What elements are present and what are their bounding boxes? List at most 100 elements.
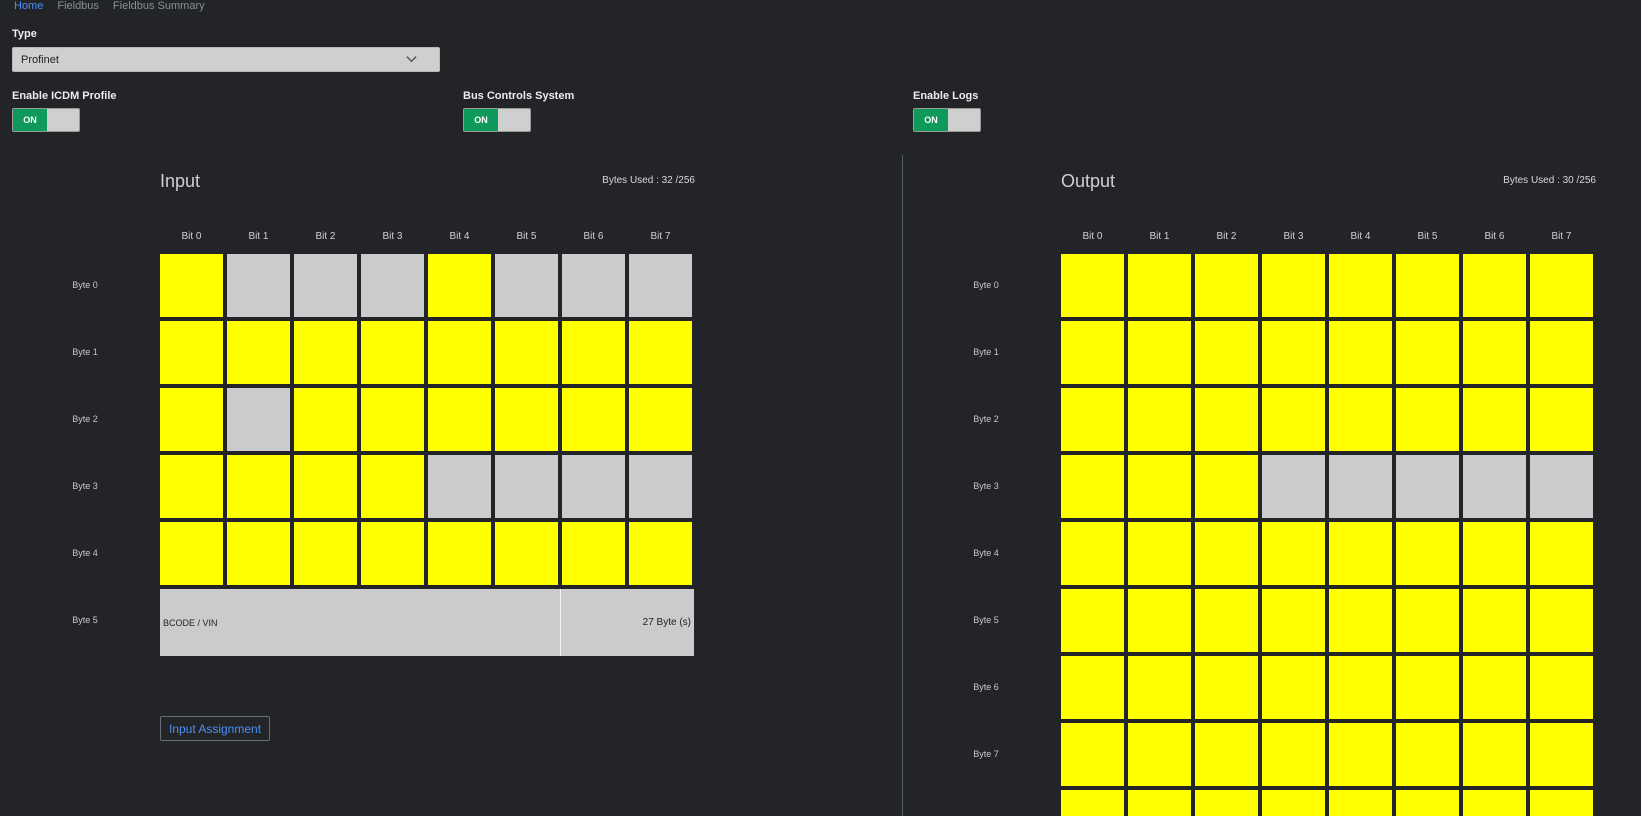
bit-cell-assigned[interactable]	[1329, 321, 1392, 384]
bit-cell-assigned[interactable]	[1463, 656, 1526, 719]
bit-cell-unassigned[interactable]	[1530, 455, 1593, 518]
bit-cell-assigned[interactable]	[629, 321, 692, 384]
bit-cell-unassigned[interactable]	[1463, 455, 1526, 518]
bit-cell-assigned[interactable]	[1128, 522, 1191, 585]
bit-cell-assigned[interactable]	[1329, 254, 1392, 317]
bit-cell-assigned[interactable]	[1128, 589, 1191, 652]
bit-cell-assigned[interactable]	[428, 321, 491, 384]
bit-cell-assigned[interactable]	[1061, 455, 1124, 518]
bit-cell-assigned[interactable]	[1195, 522, 1258, 585]
bit-cell-assigned[interactable]	[160, 321, 223, 384]
bit-cell-assigned[interactable]	[1530, 790, 1593, 816]
bit-cell-assigned[interactable]	[1262, 723, 1325, 786]
bit-cell-assigned[interactable]	[1530, 589, 1593, 652]
bit-cell-assigned[interactable]	[1463, 388, 1526, 451]
bit-cell-assigned[interactable]	[1128, 656, 1191, 719]
bit-cell-assigned[interactable]	[1262, 522, 1325, 585]
bit-cell-assigned[interactable]	[1463, 321, 1526, 384]
bit-cell-assigned[interactable]	[1061, 790, 1124, 816]
bit-cell-assigned[interactable]	[1061, 522, 1124, 585]
bit-cell-assigned[interactable]	[160, 254, 223, 317]
bit-cell-assigned[interactable]	[1396, 321, 1459, 384]
bit-cell-assigned[interactable]	[1128, 321, 1191, 384]
bit-cell-assigned[interactable]	[629, 388, 692, 451]
bit-cell-unassigned[interactable]	[629, 254, 692, 317]
bit-cell-assigned[interactable]	[1061, 321, 1124, 384]
bit-cell-assigned[interactable]	[562, 321, 625, 384]
bit-cell-unassigned[interactable]	[1262, 455, 1325, 518]
bit-cell-assigned[interactable]	[428, 254, 491, 317]
bit-cell-assigned[interactable]	[1463, 723, 1526, 786]
bit-cell-assigned[interactable]	[1329, 723, 1392, 786]
bit-cell-assigned[interactable]	[1195, 388, 1258, 451]
bit-cell-assigned[interactable]	[1329, 522, 1392, 585]
bit-cell-assigned[interactable]	[1530, 321, 1593, 384]
bus-controls-system-toggle[interactable]: ON	[463, 108, 531, 132]
enable-logs-toggle[interactable]: ON	[913, 108, 981, 132]
bit-cell-unassigned[interactable]	[294, 254, 357, 317]
bit-cell-assigned[interactable]	[294, 455, 357, 518]
bit-cell-assigned[interactable]	[1262, 388, 1325, 451]
bit-cell-assigned[interactable]	[1061, 589, 1124, 652]
bit-cell-unassigned[interactable]	[495, 455, 558, 518]
bit-cell-assigned[interactable]	[495, 388, 558, 451]
bit-cell-assigned[interactable]	[1396, 723, 1459, 786]
bit-cell-assigned[interactable]	[160, 455, 223, 518]
bit-cell-unassigned[interactable]	[361, 254, 424, 317]
bit-cell-assigned[interactable]	[562, 388, 625, 451]
bit-cell-assigned[interactable]	[1530, 656, 1593, 719]
bit-cell-assigned[interactable]	[629, 522, 692, 585]
bit-cell-assigned[interactable]	[1195, 589, 1258, 652]
bit-cell-assigned[interactable]	[1463, 254, 1526, 317]
bit-cell-assigned[interactable]	[1128, 723, 1191, 786]
bit-cell-unassigned[interactable]	[227, 254, 290, 317]
bit-cell-assigned[interactable]	[1530, 522, 1593, 585]
bit-cell-assigned[interactable]	[1061, 723, 1124, 786]
bit-cell-assigned[interactable]	[1396, 589, 1459, 652]
bit-cell-assigned[interactable]	[1262, 254, 1325, 317]
bit-cell-assigned[interactable]	[1128, 388, 1191, 451]
bit-cell-assigned[interactable]	[1530, 723, 1593, 786]
bit-cell-assigned[interactable]	[361, 388, 424, 451]
bit-cell-assigned[interactable]	[361, 522, 424, 585]
bit-cell-assigned[interactable]	[1329, 656, 1392, 719]
nav-fieldbus-summary[interactable]: Fieldbus Summary	[113, 0, 205, 16]
bit-cell-assigned[interactable]	[227, 522, 290, 585]
bit-cell-assigned[interactable]	[1329, 790, 1392, 816]
input-assignment-button[interactable]: Input Assignment	[160, 716, 270, 741]
bit-cell-assigned[interactable]	[1463, 589, 1526, 652]
bit-cell-unassigned[interactable]	[562, 254, 625, 317]
bit-cell-assigned[interactable]	[1329, 589, 1392, 652]
bcode-vin-block[interactable]: BCODE / VIN 27 Byte (s)	[160, 589, 694, 656]
bit-cell-assigned[interactable]	[1262, 790, 1325, 816]
bit-cell-assigned[interactable]	[227, 321, 290, 384]
bit-cell-assigned[interactable]	[1329, 388, 1392, 451]
bit-cell-unassigned[interactable]	[428, 455, 491, 518]
bit-cell-assigned[interactable]	[294, 522, 357, 585]
bit-cell-assigned[interactable]	[227, 455, 290, 518]
bit-cell-assigned[interactable]	[1396, 790, 1459, 816]
bit-cell-assigned[interactable]	[428, 522, 491, 585]
bit-cell-assigned[interactable]	[1530, 388, 1593, 451]
bit-cell-assigned[interactable]	[361, 321, 424, 384]
bit-cell-unassigned[interactable]	[1396, 455, 1459, 518]
nav-fieldbus[interactable]: Fieldbus	[57, 0, 99, 16]
bit-cell-assigned[interactable]	[1262, 656, 1325, 719]
bit-cell-assigned[interactable]	[1530, 254, 1593, 317]
bit-cell-assigned[interactable]	[1195, 656, 1258, 719]
bit-cell-assigned[interactable]	[294, 321, 357, 384]
bit-cell-assigned[interactable]	[160, 388, 223, 451]
bit-cell-assigned[interactable]	[1061, 656, 1124, 719]
bit-cell-assigned[interactable]	[1128, 455, 1191, 518]
bit-cell-assigned[interactable]	[495, 522, 558, 585]
bit-cell-assigned[interactable]	[562, 522, 625, 585]
type-select[interactable]: Profinet	[12, 47, 440, 72]
bit-cell-assigned[interactable]	[160, 522, 223, 585]
bit-cell-assigned[interactable]	[294, 388, 357, 451]
bit-cell-assigned[interactable]	[428, 388, 491, 451]
bit-cell-assigned[interactable]	[361, 455, 424, 518]
bit-cell-assigned[interactable]	[1396, 522, 1459, 585]
bit-cell-assigned[interactable]	[1396, 656, 1459, 719]
bit-cell-assigned[interactable]	[1195, 723, 1258, 786]
bit-cell-assigned[interactable]	[1463, 522, 1526, 585]
